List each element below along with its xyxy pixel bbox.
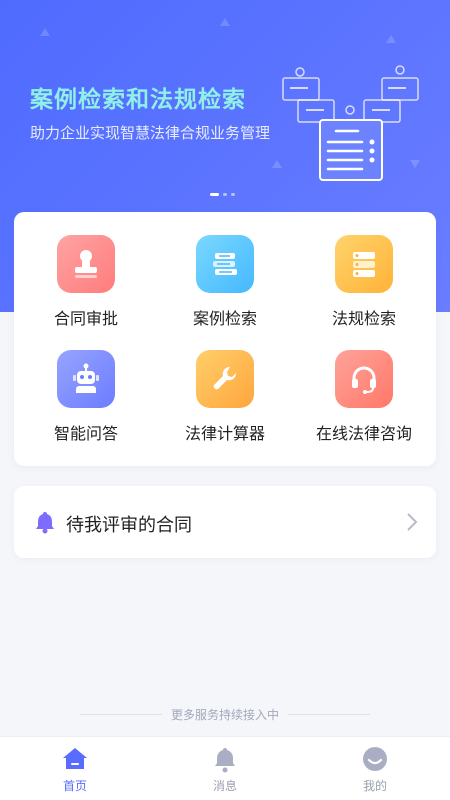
stamp-icon — [57, 235, 115, 293]
service-legal-calculator[interactable]: 法律计算器 — [155, 327, 295, 443]
service-label: 法规检索 — [331, 309, 396, 328]
chevron-right-icon — [407, 513, 418, 531]
services-grid: 合同审批 案例检索 法规检索 智能问答 法律计算器 在线法律咨询 — [14, 212, 436, 466]
decor-triangle — [386, 35, 396, 43]
more-services-note: 更多服务持续接入中 — [170, 708, 279, 722]
service-label: 合同审批 — [53, 309, 118, 328]
service-label: 案例检索 — [192, 309, 257, 328]
smile-icon — [363, 747, 387, 771]
books-icon — [196, 235, 254, 293]
pending-contracts-entry[interactable]: 待我评审的合同 — [14, 486, 436, 558]
service-regulation-search[interactable]: 法规检索 — [294, 212, 434, 328]
server-list-icon — [335, 235, 393, 293]
tab-profile[interactable]: 我的 — [300, 737, 450, 800]
page-dot[interactable] — [231, 193, 235, 196]
service-label: 在线法律咨询 — [315, 424, 412, 443]
banner-title: 案例检索和法规检索 — [30, 87, 246, 113]
service-label: 智能问答 — [53, 424, 118, 443]
tab-messages[interactable]: 消息 — [150, 737, 300, 800]
robot-icon — [57, 350, 115, 408]
banner-page-indicator[interactable] — [210, 193, 235, 196]
decor-triangle — [40, 28, 50, 36]
tab-home[interactable]: 首页 — [0, 737, 150, 800]
service-smart-qa[interactable]: 智能问答 — [16, 327, 156, 443]
pending-contracts-label: 待我评审的合同 — [66, 515, 192, 536]
home-icon — [63, 748, 87, 769]
banner-subtitle: 助力企业实现智慧法律合规业务管理 — [30, 124, 271, 142]
service-case-search[interactable]: 案例检索 — [155, 212, 295, 328]
tab-label: 首页 — [62, 779, 87, 793]
document-illustration — [282, 65, 419, 181]
service-label: 法律计算器 — [184, 424, 265, 443]
page-dot[interactable] — [210, 193, 219, 196]
services-card: 合同审批 案例检索 法规检索 智能问答 法律计算器 在线法律咨询 — [14, 212, 436, 466]
tab-label: 我的 — [362, 779, 387, 793]
tab-label: 消息 — [212, 779, 237, 793]
service-online-consultation[interactable]: 在线法律咨询 — [294, 327, 434, 443]
wrench-icon — [196, 350, 254, 408]
service-contract-approval[interactable]: 合同审批 — [16, 212, 156, 328]
page-dot[interactable] — [223, 193, 227, 196]
bottom-tab-bar: 首页 消息 我的 — [0, 736, 450, 800]
bell-icon — [215, 748, 235, 773]
bell-icon — [36, 512, 54, 534]
decor-triangle — [220, 18, 230, 26]
headset-icon — [335, 350, 393, 408]
